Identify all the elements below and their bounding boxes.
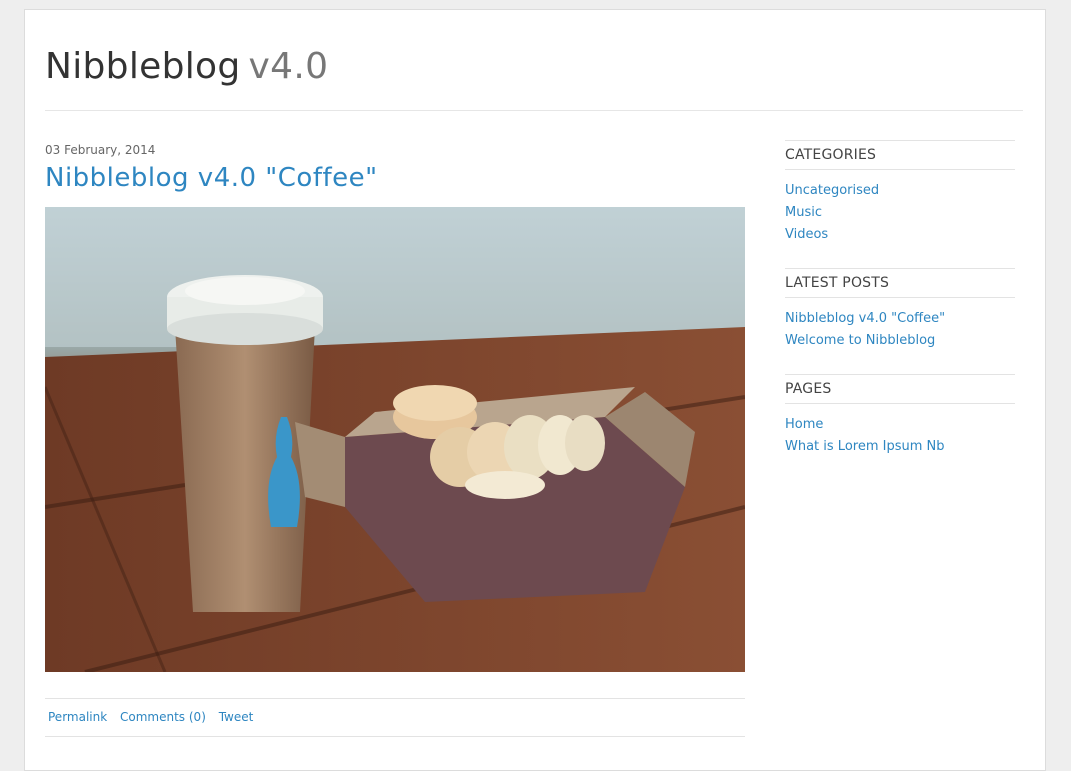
site-header: Nibbleblog v4.0 (45, 40, 1023, 111)
site-slogan: v4.0 (248, 46, 329, 87)
permalink-link[interactable]: Permalink (48, 710, 107, 724)
post-title[interactable]: Nibbleblog v4.0 "Coffee" (45, 161, 745, 195)
latest-posts-title: LATEST POSTS (785, 268, 1015, 298)
list-item: Welcome to Nibbleblog (785, 330, 1015, 352)
latest-posts-list: Nibbleblog v4.0 "Coffee" Welcome to Nibb… (785, 308, 1015, 352)
comments-link[interactable]: Comments (0) (120, 710, 206, 724)
pages-title: PAGES (785, 374, 1015, 404)
post: 03 February, 2014 Nibbleblog v4.0 "Coffe… (45, 141, 745, 737)
post-image (45, 207, 745, 672)
coffee-macarons-photo (45, 207, 745, 672)
latest-post-link[interactable]: Welcome to Nibbleblog (785, 333, 935, 348)
list-item: Nibbleblog v4.0 "Coffee" (785, 308, 1015, 330)
sidebar: CATEGORIES Uncategorised Music Videos LA… (785, 140, 1015, 480)
page-lorem-link[interactable]: What is Lorem Ipsum Nb (785, 439, 945, 454)
category-uncategorised-link[interactable]: Uncategorised (785, 183, 879, 198)
site-title[interactable]: Nibbleblog v4.0 (45, 42, 1023, 92)
category-music-link[interactable]: Music (785, 205, 822, 220)
list-item: What is Lorem Ipsum Nb (785, 436, 1015, 458)
pages-list: Home What is Lorem Ipsum Nb (785, 414, 1015, 458)
categories-title: CATEGORIES (785, 140, 1015, 170)
page-home-link[interactable]: Home (785, 417, 823, 432)
page-container: Nibbleblog v4.0 03 February, 2014 Nibbleb… (24, 9, 1046, 771)
list-item: Home (785, 414, 1015, 436)
tweet-link[interactable]: Tweet (219, 710, 254, 724)
latest-post-link[interactable]: Nibbleblog v4.0 "Coffee" (785, 311, 945, 326)
site-name[interactable]: Nibbleblog (45, 46, 241, 87)
categories-list: Uncategorised Music Videos (785, 180, 1015, 246)
list-item: Uncategorised (785, 180, 1015, 202)
post-footer: Permalink Comments (0) Tweet (45, 698, 745, 737)
category-videos-link[interactable]: Videos (785, 227, 828, 242)
post-date: 03 February, 2014 (45, 143, 156, 157)
list-item: Videos (785, 224, 1015, 246)
list-item: Music (785, 202, 1015, 224)
